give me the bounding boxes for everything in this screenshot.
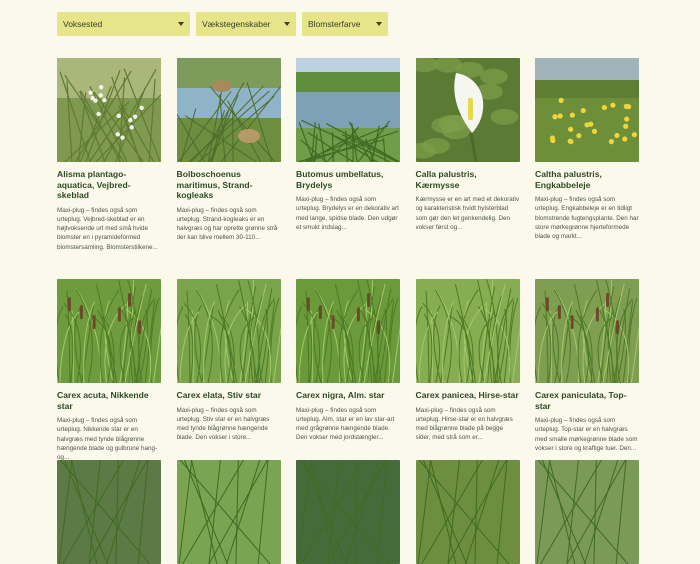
plant-description: Maxi-plug – findes også som urteplug. To… bbox=[535, 416, 639, 462]
plant-card[interactable]: Caltha palustris, Engkabbeleje Maxi-plug … bbox=[535, 58, 639, 241]
plant-card[interactable]: Carex paniculata, Top-star Maxi-plug – fi… bbox=[535, 279, 639, 462]
filter-growing-site[interactable]: Voksested bbox=[57, 12, 190, 36]
plant-image[interactable] bbox=[296, 58, 400, 162]
plant-card[interactable] bbox=[535, 460, 639, 564]
plant-title[interactable]: Carex nigra, Alm. star bbox=[296, 390, 400, 401]
plant-image[interactable] bbox=[57, 58, 161, 162]
plant-image[interactable] bbox=[177, 460, 281, 564]
chevron-down-icon bbox=[376, 22, 382, 26]
plant-image[interactable] bbox=[177, 58, 281, 162]
plant-card[interactable]: Calla palustris, Kærmysse Kærmysse er en … bbox=[416, 58, 520, 241]
plant-card[interactable] bbox=[296, 460, 400, 564]
plant-card[interactable]: Carex acuta, Nikkende star Maxi-plug – fi… bbox=[57, 279, 161, 462]
plant-description: Maxi-plug – findes også som urteplug. Al… bbox=[296, 406, 400, 452]
plant-card[interactable]: Butomus umbellatus, Brydelys Maxi-plug – … bbox=[296, 58, 400, 241]
plant-image[interactable] bbox=[57, 460, 161, 564]
plant-image[interactable] bbox=[416, 460, 520, 564]
plant-card[interactable]: Carex elata, Stiv star Maxi-plug – findes… bbox=[177, 279, 281, 452]
plant-title[interactable]: Carex acuta, Nikkende star bbox=[57, 390, 161, 411]
plant-image[interactable] bbox=[416, 58, 520, 162]
plant-card[interactable] bbox=[416, 460, 520, 564]
plant-card[interactable] bbox=[57, 460, 161, 564]
plant-description: Maxi-plug – findes også som urteplug. Hi… bbox=[416, 406, 520, 452]
chevron-down-icon bbox=[284, 22, 290, 26]
plant-title[interactable]: Alisma plantago-aquatica, Vejbred-skebla… bbox=[57, 169, 161, 201]
plant-description: Maxi-plug – findes også som urteplug. En… bbox=[535, 195, 639, 241]
plant-card[interactable] bbox=[177, 460, 281, 564]
plant-image[interactable] bbox=[177, 279, 281, 383]
plant-card[interactable]: Carex nigra, Alm. star Maxi-plug – findes… bbox=[296, 279, 400, 452]
plant-image[interactable] bbox=[535, 460, 639, 564]
plant-description: Maxi-plug – findes også som urteplug. Ve… bbox=[57, 206, 161, 252]
plant-image[interactable] bbox=[296, 279, 400, 383]
plant-description: Maxi-plug – findes også som urteplug. St… bbox=[177, 206, 281, 252]
plant-title[interactable]: Bolboschoenus maritimus, Strand-kogleaks bbox=[177, 169, 281, 201]
plant-title[interactable]: Calla palustris, Kærmysse bbox=[416, 169, 520, 190]
plant-description: Maxi-plug – findes også som urteplug. Br… bbox=[296, 195, 400, 241]
plant-card[interactable]: Carex panicea, Hirse-star Maxi-plug – fin… bbox=[416, 279, 520, 452]
plant-title[interactable]: Butomus umbellatus, Brydelys bbox=[296, 169, 400, 190]
filter-label: Vækstegenskaber bbox=[202, 19, 271, 29]
plant-image[interactable] bbox=[296, 460, 400, 564]
plant-title[interactable]: Caltha palustris, Engkabbeleje bbox=[535, 169, 639, 190]
filter-label: Voksested bbox=[63, 19, 102, 29]
plant-description: Maxi-plug – findes også som urteplug. Ni… bbox=[57, 416, 161, 462]
plant-image[interactable] bbox=[416, 279, 520, 383]
plant-card[interactable]: Bolboschoenus maritimus, Strand-kogleaks… bbox=[177, 58, 281, 252]
chevron-down-icon bbox=[178, 22, 184, 26]
filter-label: Blomsterfarve bbox=[308, 19, 360, 29]
filter-flower-color[interactable]: Blomsterfarve bbox=[302, 12, 388, 36]
filter-bar: Voksested Vækstegenskaber Blomsterfarve bbox=[57, 12, 388, 36]
plant-image[interactable] bbox=[535, 58, 639, 162]
filter-growth-properties[interactable]: Vækstegenskaber bbox=[196, 12, 296, 36]
plant-description: Kærmysse er en art med et dekorativ og k… bbox=[416, 195, 520, 241]
plant-description: Maxi-plug – findes også som urteplug. St… bbox=[177, 406, 281, 452]
plant-title[interactable]: Carex paniculata, Top-star bbox=[535, 390, 639, 411]
plant-title[interactable]: Carex panicea, Hirse-star bbox=[416, 390, 520, 401]
plant-image[interactable] bbox=[535, 279, 639, 383]
plant-title[interactable]: Carex elata, Stiv star bbox=[177, 390, 281, 401]
plant-image[interactable] bbox=[57, 279, 161, 383]
plant-card[interactable]: Alisma plantago-aquatica, Vejbred-skebla… bbox=[57, 58, 161, 252]
